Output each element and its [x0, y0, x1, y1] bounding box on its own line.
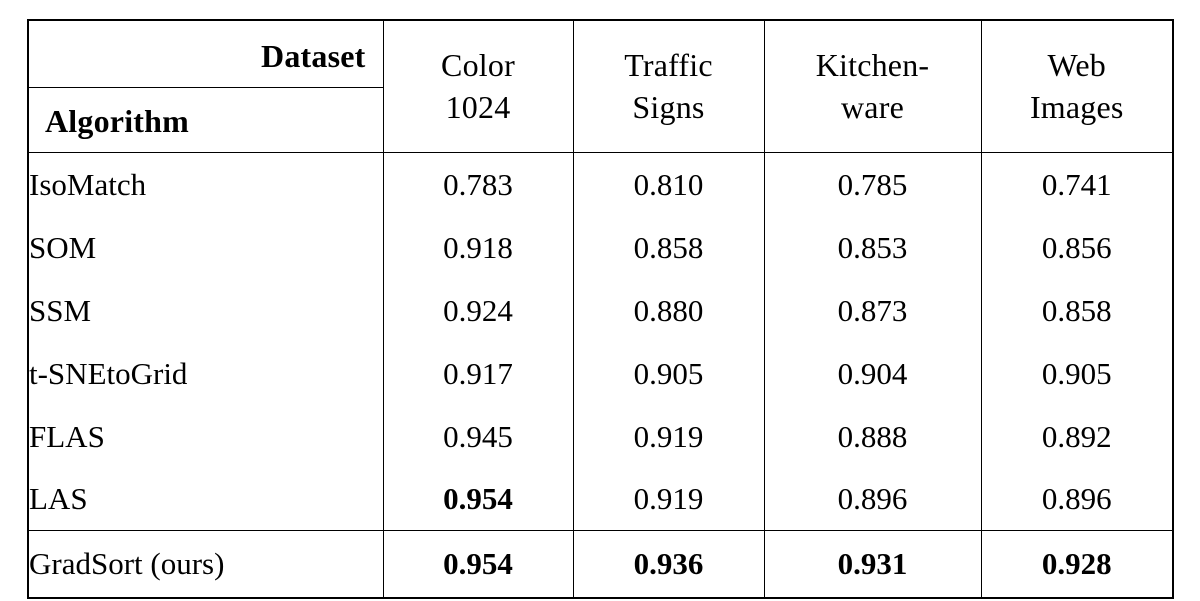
results-table: Dataset Algorithm Color 1024 Traffic Sig…: [27, 19, 1174, 599]
cell-value: 0.954: [382, 467, 573, 531]
column-header-traffic-signs: Traffic Signs: [572, 20, 764, 153]
row-label: FLAS: [29, 418, 105, 454]
row-label: IsoMatch: [29, 166, 147, 202]
column-header-line2: Signs: [632, 88, 705, 125]
cell-value: 0.853: [763, 215, 981, 279]
row-label: GradSort (ours): [28, 530, 383, 598]
cell-value: 0.945: [382, 404, 573, 468]
cell-value: 0.917: [382, 341, 573, 405]
cell-value: 0.896: [980, 467, 1173, 531]
table-row: LAS 0.954 0.919 0.896 0.896: [28, 467, 1173, 531]
column-header-web-images: Web Images: [980, 20, 1173, 153]
cell-value: 0.810: [572, 152, 764, 216]
dataset-axis-label: Dataset: [29, 21, 383, 88]
cell-value: 0.905: [572, 341, 764, 405]
table-row: SOM 0.918 0.858 0.853 0.856: [28, 215, 1173, 279]
cell-value: 0.858: [572, 215, 764, 279]
column-header-line2: 1024: [445, 88, 511, 125]
column-header-line2: Images: [1029, 88, 1124, 125]
column-header-line1: Web: [1047, 46, 1106, 83]
cell-value: 0.904: [763, 341, 981, 405]
row-label: t-SNEtoGrid: [29, 355, 188, 391]
column-header-line2: ware: [841, 88, 904, 125]
table-row: SSM 0.924 0.880 0.873 0.858: [28, 278, 1173, 342]
cell-value: 0.924: [382, 278, 573, 342]
header-stub-cell: Dataset Algorithm: [28, 20, 383, 153]
cell-value: 0.905: [980, 341, 1173, 405]
cell-value: 0.873: [763, 278, 981, 342]
column-header-color-1024: Color 1024: [382, 20, 573, 153]
results-table-container: Dataset Algorithm Color 1024 Traffic Sig…: [27, 19, 1174, 599]
cell-value: 0.785: [763, 152, 981, 216]
table-row-highlighted: GradSort (ours) 0.954 0.936 0.931 0.928: [28, 530, 1173, 598]
column-header-line1: Color: [441, 46, 515, 83]
table-row: t-SNEtoGrid 0.917 0.905 0.904 0.905: [28, 341, 1173, 405]
column-header-line1: Traffic: [624, 46, 713, 83]
cell-value: 0.888: [763, 404, 981, 468]
row-label: SSM: [29, 292, 92, 328]
algorithm-axis-label: Algorithm: [45, 103, 190, 139]
cell-value: 0.880: [572, 278, 764, 342]
cell-value: 0.741: [980, 152, 1173, 216]
table-row: FLAS 0.945 0.919 0.888 0.892: [28, 404, 1173, 468]
cell-value: 0.931: [763, 530, 981, 598]
cell-value: 0.896: [763, 467, 981, 531]
cell-value: 0.858: [980, 278, 1173, 342]
table-header-row: Dataset Algorithm Color 1024 Traffic Sig…: [28, 20, 1173, 153]
column-header-line1: Kitchen-: [815, 46, 930, 83]
cell-value: 0.919: [572, 467, 764, 531]
table-row: IsoMatch 0.783 0.810 0.785 0.741: [28, 152, 1173, 216]
cell-value: 0.919: [572, 404, 764, 468]
cell-value: 0.918: [382, 215, 573, 279]
cell-value: 0.892: [980, 404, 1173, 468]
row-label: SOM: [29, 229, 97, 265]
cell-value: 0.954: [382, 530, 573, 598]
column-header-kitchenware: Kitchen- ware: [763, 20, 981, 153]
cell-value: 0.936: [572, 530, 764, 598]
cell-value: 0.783: [382, 152, 573, 216]
row-label: LAS: [29, 481, 88, 517]
cell-value: 0.856: [980, 215, 1173, 279]
cell-value: 0.928: [980, 530, 1173, 598]
